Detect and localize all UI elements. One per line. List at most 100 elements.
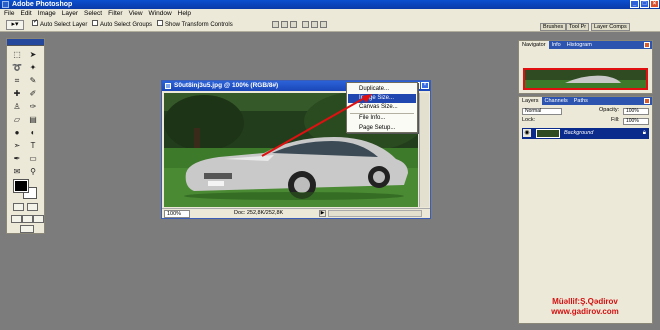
dock-tab-tool-presets[interactable]: Tool Pr bbox=[566, 23, 590, 31]
layer-row-background[interactable]: ◉ Background 🔒︎ bbox=[522, 128, 649, 139]
tab-info[interactable]: Info bbox=[549, 41, 564, 49]
magic-wand-tool-icon[interactable]: ✦ bbox=[27, 63, 39, 73]
visibility-eye-icon[interactable]: ◉ bbox=[523, 129, 531, 137]
menu-filter[interactable]: Filter bbox=[108, 9, 122, 18]
align-middle-button[interactable] bbox=[281, 21, 288, 28]
notes-tool-icon[interactable]: ✉ bbox=[11, 167, 23, 177]
tab-paths[interactable]: Paths bbox=[571, 97, 591, 105]
crop-tool-icon[interactable]: ⌗ bbox=[11, 76, 23, 86]
toolbox: ⬚ ➤ ➰ ✦ ⌗ ✎ ✚ ✐ ♙ ✑ ▱ ▤ ● ◐ ➣ T ✒ ▭ ✉ ⚲ bbox=[6, 38, 45, 234]
show-transform-controls-checkbox[interactable] bbox=[157, 20, 163, 27]
menu-view[interactable]: View bbox=[129, 9, 143, 18]
doc-close-button[interactable]: × bbox=[421, 82, 429, 89]
menu-item-file-info[interactable]: File Info... bbox=[348, 114, 416, 123]
layers-close-icon[interactable] bbox=[644, 98, 650, 104]
quick-mask-button[interactable] bbox=[27, 203, 38, 211]
show-transform-controls-option[interactable]: Show Transform Controls bbox=[157, 20, 233, 29]
app-title: Adobe Photoshop bbox=[12, 1, 73, 8]
dock-tab-brushes[interactable]: Brushes bbox=[540, 23, 567, 31]
align-bottom-button[interactable] bbox=[290, 21, 297, 28]
vertical-scrollbar[interactable] bbox=[419, 93, 429, 207]
type-tool-icon[interactable]: T bbox=[27, 141, 39, 151]
dock-tab-layer-comps[interactable]: Layer Comps bbox=[591, 23, 630, 31]
watermark-author: Müəllif:Ş.Qədirov bbox=[552, 297, 618, 306]
menu-layer[interactable]: Layer bbox=[62, 9, 78, 18]
shape-tool-icon[interactable]: ▭ bbox=[27, 154, 39, 164]
menu-item-canvas-size[interactable]: Canvas Size... bbox=[348, 103, 416, 112]
blend-mode-select[interactable]: Normal bbox=[522, 108, 562, 115]
minimize-button[interactable]: _ bbox=[630, 0, 639, 8]
menu-item-page-setup[interactable]: Page Setup... bbox=[348, 124, 416, 133]
foreground-color-swatch[interactable] bbox=[13, 179, 29, 193]
auto-select-layer-label: Auto Select Layer bbox=[40, 22, 88, 28]
marquee-tool-icon[interactable]: ⬚ bbox=[11, 50, 23, 60]
navigator-panel-tabs: Navigator Info Histogram bbox=[519, 41, 595, 49]
menu-edit[interactable]: Edit bbox=[20, 9, 31, 18]
align-center-button[interactable] bbox=[311, 21, 318, 28]
tab-layers[interactable]: Layers bbox=[519, 97, 542, 105]
standard-mode-button[interactable] bbox=[13, 203, 24, 211]
tab-channels[interactable]: Channels bbox=[542, 97, 571, 105]
clone-stamp-tool-icon[interactable]: ♙ bbox=[11, 102, 23, 112]
navigator-panel: Navigator Info Histogram bbox=[518, 40, 653, 94]
layer-name: Background bbox=[564, 130, 594, 136]
path-selection-tool-icon[interactable]: ➣ bbox=[11, 141, 23, 151]
auto-select-groups-label: Auto Select Groups bbox=[100, 22, 153, 28]
menu-file[interactable]: File bbox=[4, 9, 14, 18]
auto-select-groups-checkbox[interactable] bbox=[92, 20, 98, 27]
healing-brush-tool-icon[interactable]: ✚ bbox=[11, 89, 23, 99]
align-top-button[interactable] bbox=[272, 21, 279, 28]
tool-preset-picker[interactable]: ▸▾ bbox=[6, 20, 24, 30]
imageready-button[interactable] bbox=[20, 225, 34, 233]
menu-window[interactable]: Window bbox=[149, 9, 172, 18]
gradient-tool-icon[interactable]: ▤ bbox=[27, 115, 39, 125]
dodge-tool-icon[interactable]: ◐ bbox=[27, 128, 39, 138]
eyedropper-tool-icon[interactable]: ⚲ bbox=[27, 167, 39, 177]
close-button[interactable]: × bbox=[650, 0, 659, 8]
options-bar: ▸▾ Auto Select Layer Auto Select Groups … bbox=[0, 18, 660, 32]
opacity-field[interactable]: 100% bbox=[623, 108, 649, 115]
menu-select[interactable]: Select bbox=[84, 9, 102, 18]
screen-mode-full-button[interactable] bbox=[33, 215, 44, 223]
history-brush-tool-icon[interactable]: ✑ bbox=[27, 102, 39, 112]
navigator-close-icon[interactable] bbox=[644, 42, 650, 48]
navigator-thumbnail[interactable] bbox=[523, 68, 648, 90]
screen-mode-menubar-button[interactable] bbox=[22, 215, 33, 223]
lock-icon: 🔒︎ bbox=[642, 130, 646, 136]
fill-label: Fill: bbox=[611, 117, 620, 123]
zoom-field[interactable]: 100% bbox=[164, 210, 190, 218]
menu-image[interactable]: Image bbox=[38, 9, 56, 18]
menu-help[interactable]: Help bbox=[178, 9, 191, 18]
auto-select-groups-option[interactable]: Auto Select Groups bbox=[92, 20, 153, 29]
move-tool-icon[interactable]: ➤ bbox=[27, 50, 39, 60]
eraser-tool-icon[interactable]: ▱ bbox=[11, 115, 23, 125]
auto-select-layer-checkbox[interactable] bbox=[32, 18, 38, 27]
screen-mode-standard-button[interactable] bbox=[11, 215, 22, 223]
menu-item-duplicate[interactable]: Duplicate... bbox=[348, 85, 416, 94]
menu-item-image-size[interactable]: Image Size... bbox=[348, 94, 416, 103]
pen-tool-icon[interactable]: ✒ bbox=[11, 154, 23, 164]
status-menu-arrow-icon[interactable]: ▶ bbox=[319, 210, 326, 217]
brush-tool-icon[interactable]: ✐ bbox=[27, 89, 39, 99]
tab-histogram[interactable]: Histogram bbox=[564, 41, 595, 49]
doc-size-info: Doc: 252,8K/252,8K bbox=[234, 210, 284, 216]
document-context-menu: Duplicate... Image Size... Canvas Size..… bbox=[346, 82, 418, 133]
tab-navigator[interactable]: Navigator bbox=[519, 41, 549, 49]
lasso-tool-icon[interactable]: ➰ bbox=[11, 63, 23, 73]
maximize-button[interactable]: □ bbox=[640, 0, 649, 8]
layers-panel-tabs: Layers Channels Paths bbox=[519, 97, 591, 105]
fill-field[interactable]: 100% bbox=[623, 118, 649, 125]
blur-tool-icon[interactable]: ● bbox=[11, 128, 23, 138]
auto-select-layer-option[interactable]: Auto Select Layer bbox=[32, 18, 88, 29]
horizontal-scrollbar[interactable] bbox=[328, 210, 422, 217]
menu-bar: File Edit Image Layer Select Filter View… bbox=[0, 9, 660, 18]
navigator-preview-image bbox=[525, 70, 646, 88]
lock-label: Lock: bbox=[522, 117, 536, 123]
toolbox-header[interactable] bbox=[7, 39, 44, 46]
layer-thumbnail bbox=[536, 129, 560, 138]
slice-tool-icon[interactable]: ✎ bbox=[27, 76, 39, 86]
align-left-button[interactable] bbox=[302, 21, 309, 28]
align-right-button[interactable] bbox=[320, 21, 327, 28]
watermark-site: www.gadirov.com bbox=[551, 307, 619, 316]
document-icon bbox=[165, 83, 171, 89]
